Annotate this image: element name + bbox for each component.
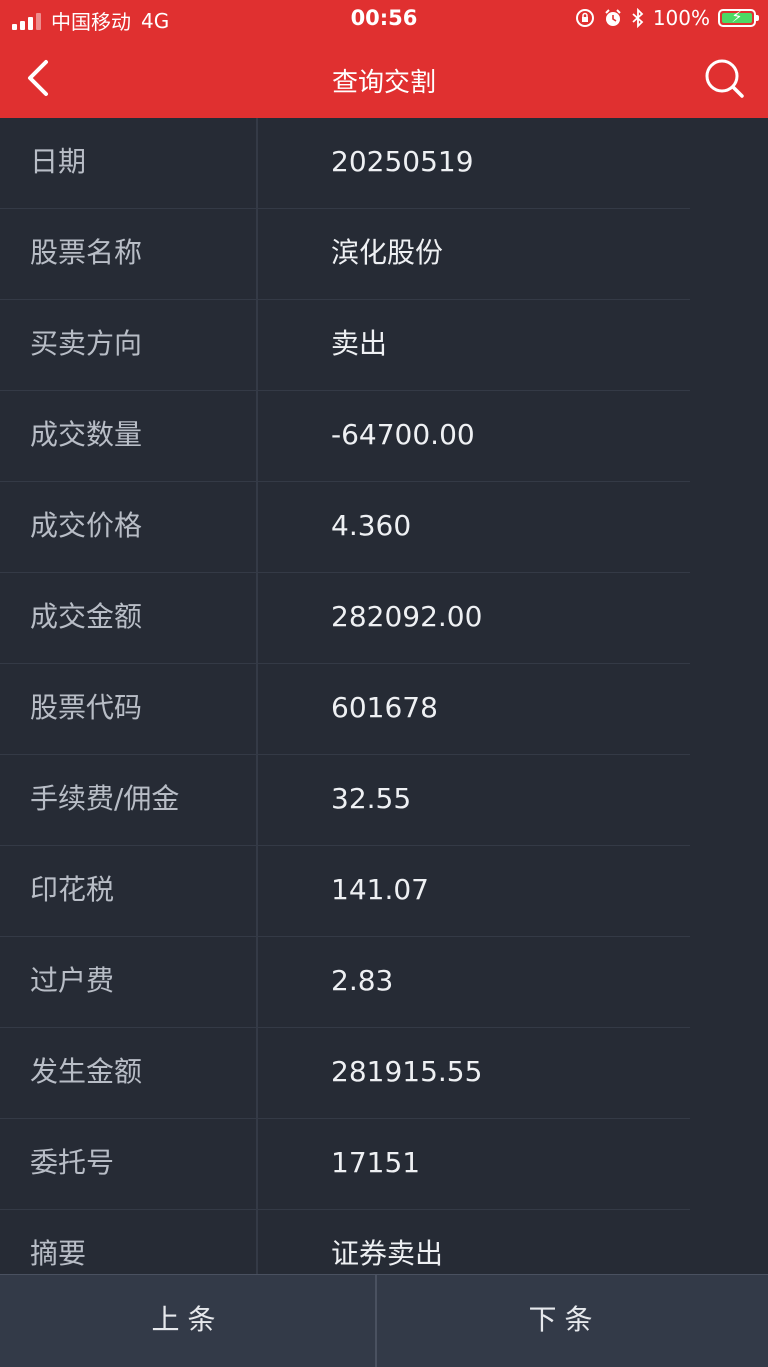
row-value: 2.83 [331,964,394,997]
column-divider [256,118,258,1274]
table-row: 印花税 141.07 [0,846,690,937]
page-title: 查询交割 [331,68,436,98]
row-value: 证券卖出 [331,1237,444,1270]
row-label: 成交金额 [30,600,143,633]
row-value: 滨化股份 [331,236,444,269]
table-row: 委托号 17151 [0,1119,690,1210]
row-label: 印花税 [30,873,115,906]
row-label: 摘要 [30,1237,87,1270]
row-label: 日期 [30,145,87,178]
table-row: 过户费 2.83 [0,937,690,1028]
next-record-button[interactable]: 下条 [377,1275,752,1367]
nav-bar: 查询交割 [0,40,768,118]
row-value: 281915.55 [331,1055,483,1088]
status-bar: 中国移动 4G 00:56 100% ⚡ [0,0,768,40]
table-row: 摘要 证券卖出 [0,1210,690,1274]
row-label: 手续费/佣金 [30,782,180,815]
table-row: 股票名称 滨化股份 [0,209,690,300]
table-row: 日期 20250519 [0,118,690,209]
battery-icon: ⚡ [718,7,759,27]
row-value: 4.360 [331,509,412,542]
row-value: -64700.00 [331,418,475,451]
table-row: 买卖方向 卖出 [0,300,690,391]
bottom-bar: 上条 下条 [0,1274,768,1367]
row-label: 股票代码 [30,691,143,724]
prev-record-button[interactable]: 上条 [0,1275,375,1367]
alarm-icon [605,9,621,26]
table-row: 成交金额 282092.00 [0,573,690,664]
row-label: 发生金额 [30,1055,143,1088]
bluetooth-icon [632,8,644,28]
row-value: 141.07 [331,873,429,906]
row-label: 买卖方向 [30,327,143,360]
row-label: 过户费 [30,964,115,997]
status-right: 100% ⚡ [575,6,759,30]
battery-percent: 100% [652,6,710,30]
rotation-lock-icon [575,9,594,27]
row-value: 17151 [331,1146,421,1179]
row-label: 成交价格 [30,509,143,542]
row-value: 282092.00 [331,600,483,633]
table-row: 发生金额 281915.55 [0,1028,690,1119]
row-value: 601678 [331,691,438,724]
table-row: 股票代码 601678 [0,664,690,755]
table-row: 成交数量 -64700.00 [0,391,690,482]
row-value: 32.55 [331,782,412,815]
detail-table: 日期 20250519 股票名称 滨化股份 买卖方向 卖出 成交数量 -6470… [0,118,768,1274]
row-label: 成交数量 [30,418,143,451]
row-label: 股票名称 [30,236,143,269]
row-value: 卖出 [331,327,388,360]
table-row: 成交价格 4.360 [0,482,690,573]
row-label: 委托号 [30,1146,115,1179]
table-row: 手续费/佣金 32.55 [0,755,690,846]
header: 中国移动 4G 00:56 100% ⚡ 查询交割 [0,0,768,118]
search-icon[interactable] [702,56,746,100]
row-value: 20250519 [331,145,474,178]
